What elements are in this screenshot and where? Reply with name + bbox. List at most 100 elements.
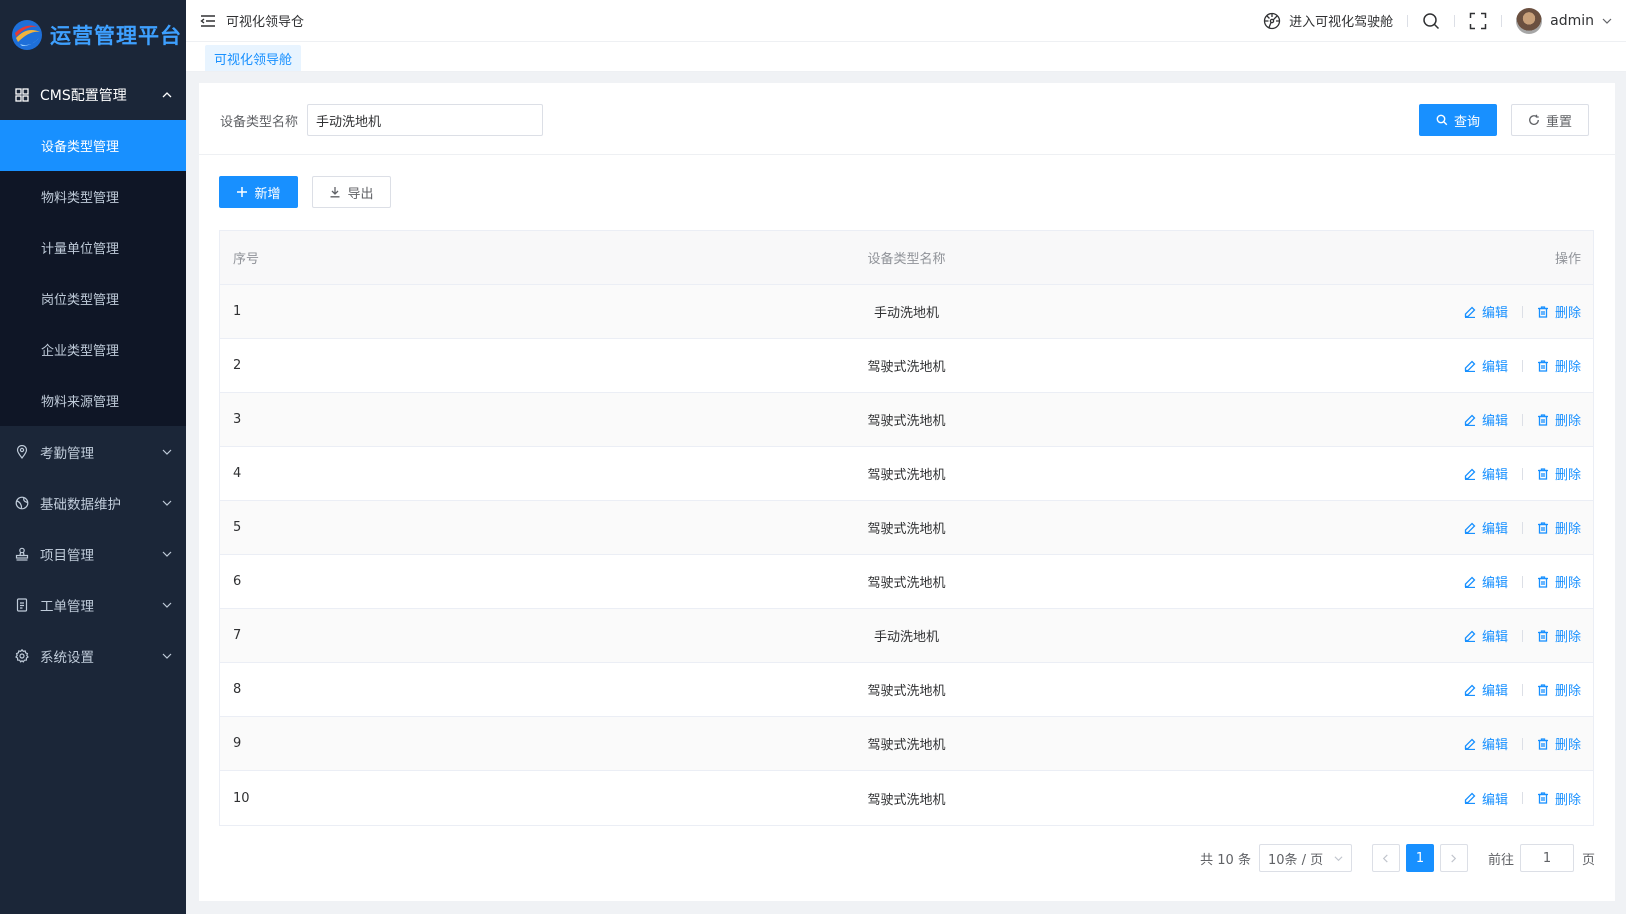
breadcrumb[interactable]: 可视化领导仓 [226, 11, 304, 30]
table-row: 7 手动洗地机 编辑 删除 [220, 609, 1593, 663]
add-button[interactable]: 新增 [219, 176, 298, 208]
next-page-button[interactable] [1439, 844, 1468, 872]
table-row: 10 驾驶式洗地机 编辑 删除 [220, 771, 1593, 825]
search-icon[interactable] [1422, 12, 1440, 30]
edit-button[interactable]: 编辑 [1464, 572, 1508, 591]
divider [1521, 413, 1523, 426]
menu-attendance-label: 考勤管理 [40, 445, 94, 462]
reset-button[interactable]: 重置 [1511, 104, 1589, 136]
edit-button[interactable]: 编辑 [1464, 626, 1508, 645]
delete-label: 删除 [1554, 360, 1581, 375]
dashboard-icon [1263, 12, 1281, 30]
brand-logo[interactable]: 运营管理平台 [0, 0, 186, 69]
edit-button[interactable]: 编辑 [1464, 356, 1508, 375]
edit-icon [1464, 306, 1476, 318]
menu-cms-label: CMS配置管理 [40, 87, 127, 104]
user-menu[interactable]: admin [1516, 7, 1612, 34]
row-actions: 编辑 删除 [1033, 518, 1593, 537]
prev-page-button[interactable] [1371, 844, 1400, 872]
edit-label: 编辑 [1481, 630, 1508, 645]
menu-project-label: 项目管理 [40, 547, 94, 564]
add-button-label: 新增 [254, 186, 281, 202]
table-row: 9 驾驶式洗地机 编辑 删除 [220, 717, 1593, 771]
divider [1501, 14, 1503, 27]
delete-button[interactable]: 删除 [1537, 789, 1581, 808]
enter-cockpit-link[interactable]: 进入可视化驾驶舱 [1263, 11, 1393, 30]
delete-button[interactable]: 删除 [1537, 302, 1581, 321]
edit-icon [1464, 738, 1476, 750]
sidebar-item-material-type[interactable]: 物料类型管理 [0, 171, 186, 222]
edit-label: 编辑 [1481, 576, 1508, 591]
sidebar-item-material-source[interactable]: 物料来源管理 [0, 375, 186, 426]
menu-basic-data[interactable]: 基础数据维护 [0, 477, 186, 528]
menu-workorder[interactable]: 工单管理 [0, 579, 186, 630]
goto-page-input[interactable] [1519, 844, 1574, 872]
trash-icon [1537, 467, 1549, 480]
table-row: 1 手动洗地机 编辑 删除 [220, 285, 1593, 339]
menu-attendance[interactable]: 考勤管理 [0, 426, 186, 477]
page-size-select[interactable]: 10条 / 页 [1258, 844, 1352, 872]
delete-label: 删除 [1554, 792, 1581, 808]
sidebar-item-post-type[interactable]: 岗位类型管理 [0, 273, 186, 324]
edit-icon [1464, 684, 1476, 696]
delete-button[interactable]: 删除 [1537, 464, 1581, 483]
trash-icon [1537, 575, 1549, 588]
query-button[interactable]: 查询 [1419, 104, 1497, 136]
edit-button[interactable]: 编辑 [1464, 410, 1508, 429]
delete-button[interactable]: 删除 [1537, 680, 1581, 699]
row-actions: 编辑 删除 [1033, 734, 1593, 753]
main-card: 设备类型名称 查询 重置 新增 [199, 83, 1615, 901]
header-index: 序号 [233, 252, 260, 267]
edit-icon [1464, 630, 1476, 642]
edit-button[interactable]: 编辑 [1464, 789, 1508, 808]
chevron-down-icon [1334, 854, 1343, 863]
edit-button[interactable]: 编辑 [1464, 680, 1508, 699]
row-device-type-name: 手动洗地机 [873, 306, 939, 321]
app-root: 运营管理平台 CMS配置管理 设备类型管理 物料类型管理 计量单位管理 岗位类型… [0, 0, 1626, 914]
export-button[interactable]: 导出 [312, 176, 391, 208]
divider [1521, 575, 1523, 588]
sidebar: 运营管理平台 CMS配置管理 设备类型管理 物料类型管理 计量单位管理 岗位类型… [0, 0, 186, 914]
delete-button[interactable]: 删除 [1537, 518, 1581, 537]
menu-group-cms: CMS配置管理 设备类型管理 物料类型管理 计量单位管理 岗位类型管理 企业类型… [0, 69, 186, 426]
edit-button[interactable]: 编辑 [1464, 464, 1508, 483]
menu-project[interactable]: 项目管理 [0, 528, 186, 579]
fullscreen-icon[interactable] [1469, 12, 1487, 30]
tab-visual-cockpit[interactable]: 可视化领导舱 [205, 45, 302, 71]
menu-system-settings[interactable]: 系统设置 [0, 630, 186, 681]
edit-icon [1464, 468, 1476, 480]
edit-icon [1464, 414, 1476, 426]
delete-button[interactable]: 删除 [1537, 626, 1581, 645]
page-size-value: 10条 / 页 [1267, 852, 1324, 868]
divider [1454, 14, 1456, 27]
edit-button[interactable]: 编辑 [1464, 518, 1508, 537]
plus-icon [236, 186, 248, 198]
table-row: 5 驾驶式洗地机 编辑 删除 [220, 501, 1593, 555]
menu-fold-icon[interactable] [200, 13, 216, 29]
row-device-type-name: 手动洗地机 [873, 630, 939, 645]
row-actions: 编辑 删除 [1033, 572, 1593, 591]
divider [1407, 14, 1409, 27]
row-index: 5 [233, 520, 242, 535]
sidebar-item-device-type[interactable]: 设备类型管理 [0, 120, 186, 171]
delete-button[interactable]: 删除 [1537, 356, 1581, 375]
row-device-type-name: 驾驶式洗地机 [867, 738, 946, 753]
page-number-current[interactable]: 1 [1405, 844, 1434, 872]
delete-button[interactable]: 删除 [1537, 734, 1581, 753]
delete-button[interactable]: 删除 [1537, 572, 1581, 591]
delete-label: 删除 [1554, 576, 1581, 591]
delete-label: 删除 [1554, 522, 1581, 537]
delete-label: 删除 [1554, 738, 1581, 753]
device-type-name-input[interactable] [307, 104, 543, 136]
edit-button[interactable]: 编辑 [1464, 734, 1508, 753]
sidebar-item-unit[interactable]: 计量单位管理 [0, 222, 186, 273]
sidebar-item-enterprise-type[interactable]: 企业类型管理 [0, 324, 186, 375]
menu-cms-config[interactable]: CMS配置管理 [0, 69, 186, 120]
trash-icon [1537, 629, 1549, 642]
logo-icon [10, 18, 44, 52]
delete-label: 删除 [1554, 684, 1581, 699]
delete-button[interactable]: 删除 [1537, 410, 1581, 429]
edit-button[interactable]: 编辑 [1464, 302, 1508, 321]
row-index: 4 [233, 466, 242, 481]
divider [1521, 683, 1523, 696]
